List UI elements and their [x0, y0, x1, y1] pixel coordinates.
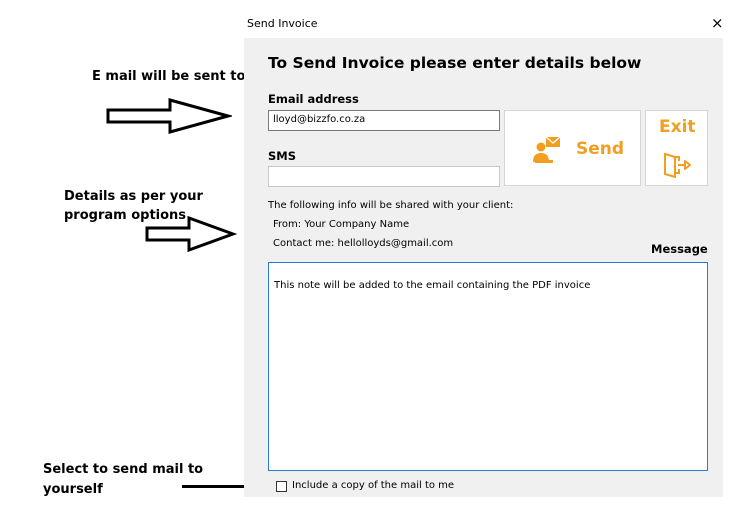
annotation-email: E mail will be sent to [92, 69, 246, 84]
send-label: Send [576, 139, 625, 159]
info-from: From: Your Company Name [273, 219, 410, 230]
close-icon[interactable]: × [711, 13, 724, 33]
message-label: Message [651, 242, 708, 256]
message-text: This note will be added to the email con… [274, 280, 591, 291]
arrow-right-icon [145, 216, 237, 252]
info-intro: The following info will be shared with y… [268, 200, 514, 211]
sms-field[interactable] [268, 166, 500, 187]
copy-checkbox[interactable] [276, 481, 287, 492]
send-button[interactable]: Send [504, 110, 641, 186]
annotation-details-1: Details as per your [64, 189, 203, 204]
sms-label: SMS [268, 149, 297, 163]
exit-label: Exit [659, 117, 696, 137]
exit-button[interactable]: Exit [645, 110, 708, 186]
email-field[interactable]: lloyd@bizzfo.co.za [268, 110, 500, 131]
window-title: Send Invoice [247, 17, 318, 30]
arrow-right-icon [106, 98, 232, 134]
info-contact: Contact me: hellolloyds@gmail.com [273, 238, 454, 249]
message-textarea[interactable]: This note will be added to the email con… [268, 262, 708, 471]
annotation-select-1: Select to send mail to [43, 462, 204, 477]
door-exit-icon [664, 152, 691, 178]
page-title: To Send Invoice please enter details bel… [268, 54, 642, 72]
person-mail-icon [533, 136, 561, 163]
email-label: Email address [268, 92, 359, 106]
annotation-select-2: yourself [43, 482, 103, 497]
copy-checkbox-label[interactable]: Include a copy of the mail to me [292, 480, 454, 491]
